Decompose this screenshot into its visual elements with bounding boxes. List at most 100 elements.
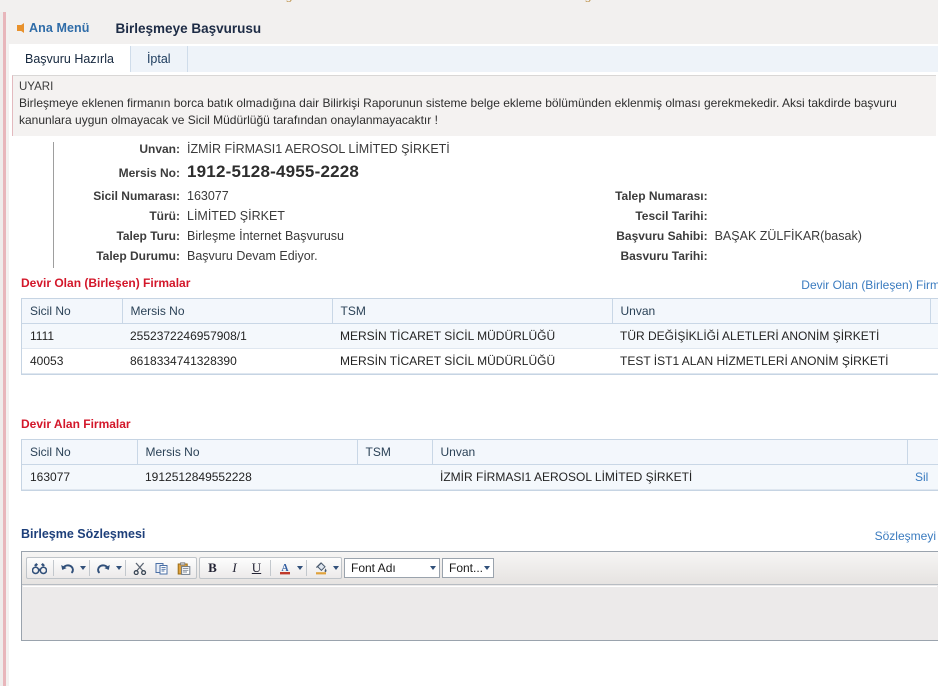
toolbar-separator [53, 560, 54, 576]
bold-button[interactable]: B [202, 559, 223, 578]
col-actions [930, 299, 938, 324]
paste-icon[interactable] [173, 559, 194, 578]
col-sicil-no: Sicil No [22, 440, 138, 465]
table-row[interactable]: 40053 8618334741328390 MERSİN TİCARET Sİ… [22, 348, 938, 374]
tab-basvuru-hazirla[interactable]: Başvuru Hazırla [9, 46, 131, 73]
info-value-turu: LİMİTED ŞİRKET [187, 209, 285, 223]
info-value-unvan: İZMİR FİRMASI1 AEROSOL LİMİTED ŞİRKETİ [187, 142, 450, 156]
save-contract-link[interactable]: Sözleşmeyi Kay [875, 529, 938, 543]
info-row-talep-durumu: Talep Durumu: Başvuru Devam Ediyor. [12, 249, 570, 269]
info-label-talep-numarasi: Talep Numarası: [615, 189, 708, 203]
editor-content-area[interactable] [23, 586, 937, 639]
font-name-select[interactable]: Font Adı [344, 558, 440, 578]
arrow-left-icon [17, 23, 24, 33]
redo-dropdown-caret[interactable] [116, 566, 122, 570]
info-row-tescil-tarihi: Tescil Tarihi: [570, 209, 938, 229]
cell-tsm: MERSİN TİCARET SİCİL MÜDÜRLÜĞÜ [332, 323, 612, 349]
col-actions [907, 440, 938, 465]
binoculars-icon[interactable] [29, 559, 50, 578]
info-label-talep-turu: Talep Turu: [116, 229, 180, 243]
info-vertical-rule [53, 142, 54, 268]
info-value-talep-durumu: Başvuru Devam Ediyor. [187, 249, 318, 263]
warning-title: UYARI [19, 81, 54, 93]
info-two-column: Sicil Numarası: 163077 Türü: LİMİTED ŞİR… [12, 189, 938, 269]
contract-section-header: Birleşme Sözleşmesi Sözleşmeyi Kay [21, 527, 938, 545]
warning-text-line1: Birleşmeye eklenen firmanın borca batık … [19, 96, 897, 110]
transferor-grid-wrapper: Sicil No Mersis No TSM Unvan 1111 255237… [21, 298, 938, 375]
info-label-sicil: Sicil Numarası: [93, 189, 180, 203]
table-row[interactable]: 1111 2552372246957908/1 MERSİN TİCARET S… [22, 323, 938, 349]
info-row-basvuru-tarihi: Basvuru Tarihi: [570, 249, 938, 269]
add-transferor-company-link[interactable]: Devir Olan (Birleşen) Firma E [801, 278, 938, 292]
cell-unvan: TÜR DEĞİŞİKLİĞİ ALETLERİ ANONİM ŞİRKETİ [612, 323, 930, 349]
cell-sicil-no: 1111 [22, 323, 122, 349]
col-unvan: Unvan [432, 440, 908, 465]
toolbar-separator [89, 560, 90, 576]
info-row-talep-numarasi: Talep Numarası: [570, 189, 938, 209]
info-label-tescil-tarihi: Tescil Tarihi: [635, 209, 708, 223]
undo-icon[interactable] [57, 559, 78, 578]
col-tsm: TSM [357, 440, 433, 465]
cell-action: Sil [930, 348, 938, 374]
info-label-unvan: Unvan: [139, 142, 180, 156]
info-label-talep-durumu: Talep Durumu: [96, 249, 180, 263]
warning-text-line2: kanunlara uygun olmayacak ve Sicil Müdür… [19, 113, 438, 127]
transferee-section-header: Devir Alan Firmalar [21, 417, 938, 435]
font-color-dropdown-caret[interactable] [297, 566, 303, 570]
fill-color-icon[interactable] [310, 559, 331, 578]
col-mersis-no: Mersis No [122, 299, 333, 324]
cell-action: Sil [907, 464, 938, 490]
col-sicil-no: Sicil No [22, 299, 123, 324]
back-to-main-menu-link[interactable]: Ana Menü [17, 21, 90, 35]
info-row-mersis: Mersis No: 1912-5128-4955-2228 [12, 162, 938, 189]
application-window: 5 5 Ana Menü Birleşmeye Başvurusu Başvur… [0, 0, 938, 686]
table-row[interactable]: 163077 1912512849552228 İZMİR FİRMASI1 A… [22, 464, 938, 490]
info-column-right: Talep Numarası: Tescil Tarihi: Başvuru S… [570, 189, 938, 269]
transferee-section-title: Devir Alan Firmalar [21, 417, 131, 431]
toolbar-group-clipboard [26, 557, 197, 579]
back-link-label: Ana Menü [29, 21, 90, 35]
info-row-talep-turu: Talep Turu: Birleşme İnternet Başvurusu [12, 229, 570, 249]
undo-dropdown-caret[interactable] [80, 566, 86, 570]
cell-unvan: İZMİR FİRMASI1 AEROSOL LİMİTED ŞİRKETİ [432, 464, 907, 490]
left-rail-decoration [0, 0, 9, 686]
info-row-sicil: Sicil Numarası: 163077 [12, 189, 570, 209]
cell-sicil-no: 40053 [22, 348, 122, 374]
col-tsm: TSM [332, 299, 613, 324]
transferor-section-title: Devir Olan (Birleşen) Firmalar [21, 276, 191, 290]
scissors-icon[interactable] [129, 559, 150, 578]
clipped-glyph: 5 [585, 0, 591, 6]
cell-unvan: TEST İST1 ALAN HİZMETLERİ ANONİM ŞİRKETİ [612, 348, 930, 374]
font-size-select[interactable]: Font... [442, 558, 494, 578]
copy-icon[interactable] [151, 559, 172, 578]
clipped-top-row: 5 5 [0, 0, 938, 12]
warning-panel: UYARI Birleşmeye eklenen firmanın borca … [12, 75, 936, 136]
underline-button[interactable]: U [246, 559, 267, 578]
info-label-turu: Türü: [149, 209, 180, 223]
redo-icon[interactable] [93, 559, 114, 578]
info-value-mersis: 1912-5128-4955-2228 [187, 162, 360, 181]
col-unvan: Unvan [612, 299, 931, 324]
info-label-basvuru-tarihi: Basvuru Tarihi: [620, 249, 708, 263]
rich-text-editor: B I U A Font Adı Font... [21, 551, 938, 641]
editor-toolbar: B I U A Font Adı Font... [22, 552, 938, 585]
info-row-basvuru-sahibi: Başvuru Sahibi: BAŞAK ZÜLFİKAR(basak) [570, 229, 938, 249]
col-mersis-no: Mersis No [137, 440, 358, 465]
font-name-value: Font Adı [351, 561, 396, 575]
tab-bar: Başvuru Hazırla İptal [9, 46, 938, 73]
info-row-unvan: Unvan: İZMİR FİRMASI1 AEROSOL LİMİTED Şİ… [12, 142, 938, 162]
fill-color-dropdown-caret[interactable] [333, 566, 339, 570]
delete-row-link[interactable]: Sil [915, 470, 928, 484]
font-size-value: Font... [449, 561, 484, 575]
transferor-table: Sicil No Mersis No TSM Unvan 1111 255237… [22, 299, 938, 374]
tab-iptal[interactable]: İptal [131, 46, 188, 72]
info-label-basvuru-sahibi: Başvuru Sahibi: [616, 229, 708, 243]
font-color-icon[interactable]: A [274, 559, 295, 578]
toolbar-group-format: B I U A [199, 557, 342, 579]
contract-section-title: Birleşme Sözleşmesi [21, 527, 146, 541]
info-column-left: Sicil Numarası: 163077 Türü: LİMİTED ŞİR… [12, 189, 570, 269]
italic-button[interactable]: I [224, 559, 245, 578]
chevron-down-icon [484, 566, 491, 570]
toolbar-separator [125, 560, 126, 576]
info-row-turu: Türü: LİMİTED ŞİRKET [12, 209, 570, 229]
